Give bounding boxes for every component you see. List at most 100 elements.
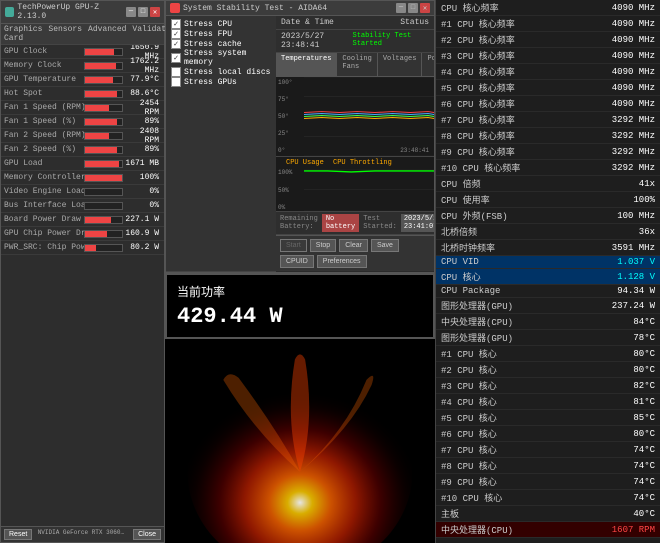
gpu-row-label-12: Board Power Draw xyxy=(4,215,84,224)
right-row-2: #2 CPU 核心频率 4090 MHz xyxy=(436,32,660,48)
gpu-bar-13 xyxy=(84,230,123,238)
gpu-bar-10 xyxy=(84,188,123,196)
right-row-25: #4 CPU 核心 81°C xyxy=(436,394,660,410)
aida-icon xyxy=(170,3,180,13)
menu-bar: Graphics Card Sensors Advanced Validatio… xyxy=(1,24,164,45)
temp-chart-canvas xyxy=(304,77,434,156)
right-row-16: CPU VID 1.037 V xyxy=(436,256,660,269)
battery-value: No battery xyxy=(322,214,359,232)
gpu-row-label-1: Memory Clock xyxy=(4,61,84,70)
mid-minimize-btn[interactable]: ─ xyxy=(396,3,406,13)
right-row-12: CPU 使用率 100% xyxy=(436,192,660,208)
right-label-9: #9 CPU 核心频率 xyxy=(441,145,515,158)
right-row-22: #1 CPU 核心 80°C xyxy=(436,346,660,362)
right-value-14: 36x xyxy=(639,227,655,237)
right-row-7: #7 CPU 核心频率 3292 MHz xyxy=(436,112,660,128)
right-value-15: 3591 MHz xyxy=(612,243,655,253)
right-value-10: 3292 MHz xyxy=(612,163,655,173)
gpu-bar-fill-3 xyxy=(85,91,117,97)
right-label-18: CPU Package xyxy=(441,286,500,296)
stress-checkbox-2[interactable] xyxy=(171,39,181,49)
menu-graphics-card[interactable]: Graphics Card xyxy=(4,25,42,43)
ctrl-btn-start[interactable]: Start xyxy=(280,239,307,252)
menu-advanced[interactable]: Advanced xyxy=(88,25,126,43)
cpu-throttle-text: CPU Throttling xyxy=(333,159,392,167)
gpu-row-value-7: 89% xyxy=(123,145,162,154)
right-row-23: #2 CPU 核心 80°C xyxy=(436,362,660,378)
flame-background xyxy=(165,339,435,543)
chart-tab-cooling-fans[interactable]: Cooling Fans xyxy=(337,53,377,76)
right-value-4: 4090 MHz xyxy=(612,67,655,77)
mid-close-btn[interactable]: ✕ xyxy=(420,3,430,13)
right-row-6: #6 CPU 核心频率 4090 MHz xyxy=(436,96,660,112)
gpu-row-label-7: Fan 2 Speed (%) xyxy=(4,145,84,154)
stress-checkbox-1[interactable] xyxy=(171,29,181,39)
gpu-row-label-4: Fan 1 Speed (RPM) xyxy=(4,103,84,112)
ctrl-btn-preferences[interactable]: Preferences xyxy=(317,255,367,268)
gpu-bar-4 xyxy=(84,104,123,112)
temp-scale: 100°75°50°25°0° xyxy=(276,77,304,156)
menu-sensors[interactable]: Sensors xyxy=(48,25,82,43)
stress-checkbox-5[interactable] xyxy=(171,77,181,87)
gpu-bar-3 xyxy=(84,90,123,98)
right-label-12: CPU 使用率 xyxy=(441,193,490,206)
maximize-btn[interactable]: □ xyxy=(138,7,148,17)
right-value-29: 74°C xyxy=(633,461,655,471)
close-window-btn[interactable]: ✕ xyxy=(150,7,160,17)
datetime-row: Date & Time Status xyxy=(276,16,434,30)
chart-tab-voltages[interactable]: Voltages xyxy=(378,53,423,76)
cpu-usage-chart: CPU Usage CPU Throttling 100%50 xyxy=(276,157,434,212)
gpu-bar-fill-2 xyxy=(85,77,113,83)
right-label-10: #10 CPU 核心频率 xyxy=(441,161,520,174)
gpu-row-label-6: Fan 2 Speed (RPM) xyxy=(4,131,84,140)
stress-checkbox-3[interactable] xyxy=(171,53,181,63)
status-label: Status xyxy=(400,18,429,27)
stress-checkbox-4[interactable] xyxy=(171,67,181,77)
power-label: 当前功率 xyxy=(177,283,423,300)
mid-maximize-btn[interactable]: □ xyxy=(408,3,418,13)
ctrl-btn-cpuid[interactable]: CPUID xyxy=(280,255,314,268)
ctrl-btn-clear[interactable]: Clear xyxy=(339,239,368,252)
gpu-z-titlebar: TechPowerUp GPU-Z 2.13.0 ─ □ ✕ xyxy=(1,1,164,24)
right-value-8: 3292 MHz xyxy=(612,131,655,141)
gpu-bar-fill-5 xyxy=(85,119,117,125)
right-value-21: 78°C xyxy=(633,333,655,343)
right-label-30: #9 CPU 核心 xyxy=(441,475,497,488)
gpu-bar-fill-12 xyxy=(85,217,111,223)
stress-row-3: Stress system memory xyxy=(171,49,271,67)
gpu-row-1: Memory Clock 1762.2 MHz xyxy=(1,59,164,73)
right-label-5: #5 CPU 核心频率 xyxy=(441,81,515,94)
ctrl-btn-stop[interactable]: Stop xyxy=(310,239,336,252)
stability-titlebar: System Stability Test - AIDA64 ─ □ ✕ xyxy=(166,1,434,16)
gpu-row-4: Fan 1 Speed (RPM) 2454 RPM xyxy=(1,101,164,115)
middle-panel: System Stability Test - AIDA64 ─ □ ✕ Str… xyxy=(165,0,435,543)
right-row-3: #3 CPU 核心频率 4090 MHz xyxy=(436,48,660,64)
cpu-usage-scale: 100%50%0% xyxy=(276,169,304,211)
right-value-9: 3292 MHz xyxy=(612,147,655,157)
stress-checkbox-0[interactable] xyxy=(171,19,181,29)
right-row-27: #6 CPU 核心 80°C xyxy=(436,426,660,442)
right-label-13: CPU 外频(FSB) xyxy=(441,209,508,222)
right-row-1: #1 CPU 核心频率 4090 MHz xyxy=(436,16,660,32)
close-btn[interactable]: Close xyxy=(133,529,161,540)
gpu-bar-fill-9 xyxy=(85,175,122,181)
right-row-24: #3 CPU 核心 82°C xyxy=(436,378,660,394)
ctrl-btn-save[interactable]: Save xyxy=(371,239,399,252)
gpu-row-13: GPU Chip Power Draw 160.9 W xyxy=(1,227,164,241)
reset-button[interactable]: Reset xyxy=(4,529,32,540)
titlebar-controls: ─ □ ✕ xyxy=(126,7,160,17)
minimize-btn[interactable]: ─ xyxy=(126,7,136,17)
right-label-33: 中央处理器(CPU) xyxy=(441,523,513,536)
right-label-4: #4 CPU 核心频率 xyxy=(441,65,515,78)
right-value-18: 94.34 W xyxy=(617,286,655,296)
gpu-bar-2 xyxy=(84,76,123,84)
temp-chart: 100°75°50°25°0° xyxy=(276,77,434,157)
chart-tab-temperatures[interactable]: Temperatures xyxy=(276,53,337,76)
right-label-28: #7 CPU 核心 xyxy=(441,443,497,456)
gpu-row-label-11: Bus Interface Load xyxy=(4,201,84,210)
right-value-33: 1607 RPM xyxy=(612,525,655,535)
gpu-bar-7 xyxy=(84,146,123,154)
remaining-battery-label: Remaining Battery: xyxy=(280,215,318,231)
gpu-row-label-9: Memory Controller Load xyxy=(4,173,84,182)
chart-tab-powers[interactable]: Powers xyxy=(422,53,434,76)
